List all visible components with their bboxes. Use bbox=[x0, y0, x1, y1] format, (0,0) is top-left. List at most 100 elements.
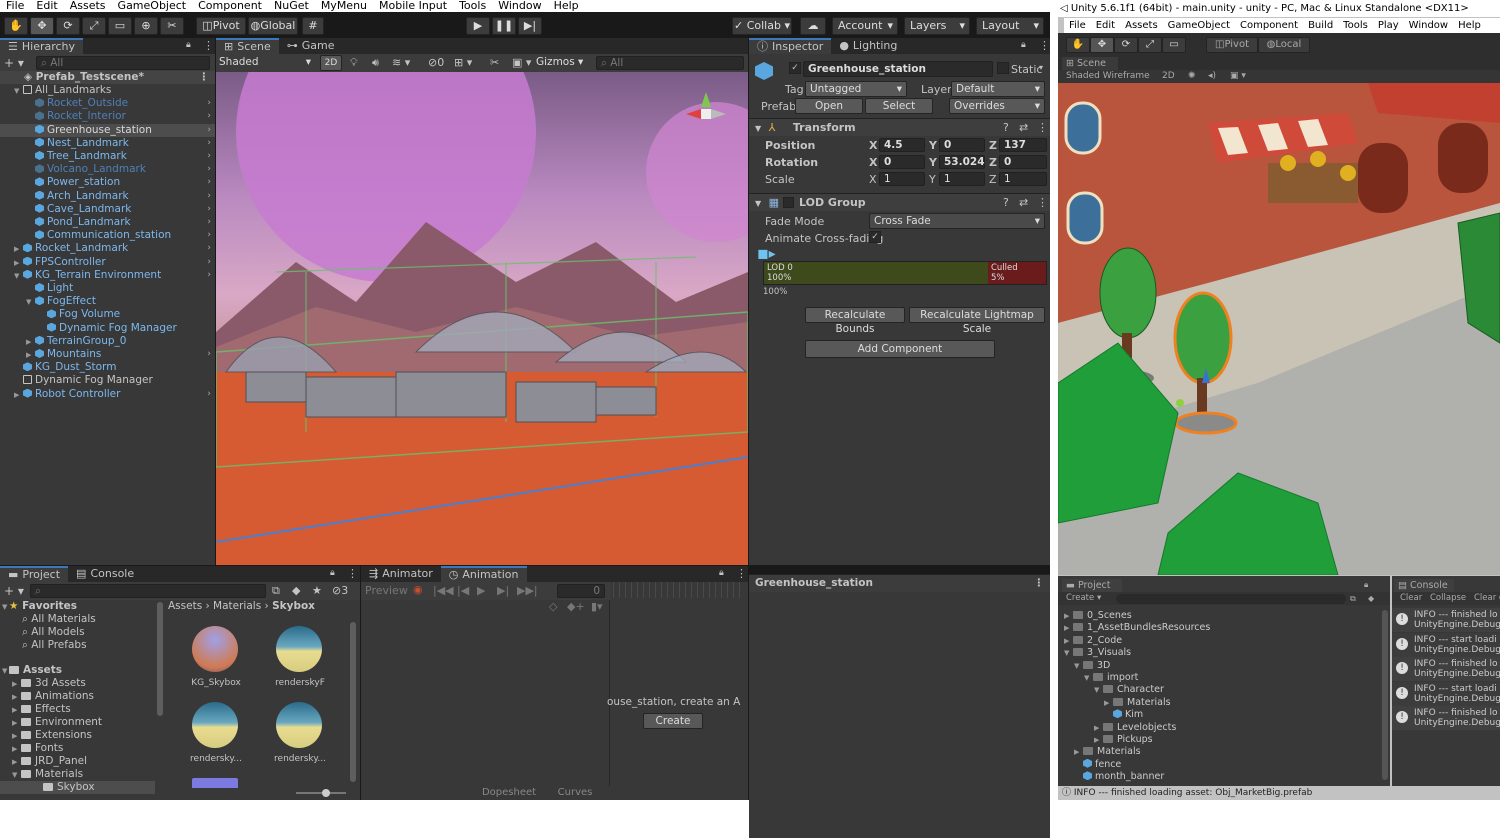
tab-project[interactable]: ▬ Project bbox=[0, 566, 69, 582]
lod-enabled-checkbox[interactable] bbox=[783, 197, 794, 208]
layout-dropdown[interactable]: Layout ▾ bbox=[976, 17, 1044, 35]
hierarchy-scene-row[interactable]: ◈ Prefab_Testscene* ⋮ bbox=[0, 71, 215, 84]
more-icon[interactable]: ⋮ bbox=[203, 39, 214, 52]
menu-item[interactable]: Help bbox=[1453, 18, 1486, 33]
layer-dropdown[interactable]: Default ▾ bbox=[951, 81, 1045, 97]
menu-item[interactable]: GameObject bbox=[112, 0, 193, 12]
tag-dropdown[interactable]: Untagged ▾ bbox=[805, 81, 907, 97]
asset-folder-item[interactable]: ▼ Materials bbox=[0, 768, 155, 781]
create-animation-button[interactable]: Create bbox=[643, 713, 703, 729]
culled-segment[interactable]: Culled 5% bbox=[988, 262, 1046, 284]
lock-icon[interactable]: 🔒︎ bbox=[330, 568, 335, 578]
menu-item[interactable]: Edit bbox=[1091, 18, 1120, 33]
chevron-right-icon[interactable]: › bbox=[207, 137, 211, 150]
next-frame-icon[interactable]: ▶| bbox=[497, 584, 509, 597]
2d-toggle[interactable]: 2D bbox=[320, 55, 342, 71]
hidden-objects-icon[interactable]: ⊘0 bbox=[428, 56, 444, 69]
expand-right-icon[interactable]: ▶ bbox=[26, 349, 35, 362]
hierarchy-item[interactable]: ▶ Robot Controller › bbox=[0, 388, 215, 401]
pause-button[interactable]: ❚❚ bbox=[492, 17, 516, 35]
asset-thumbnail[interactable]: KG_Skybox bbox=[184, 626, 248, 688]
hierarchy-item[interactable]: Volcano_Landmark › bbox=[0, 163, 215, 176]
expand-down-icon[interactable]: ▼ bbox=[1064, 647, 1073, 659]
static-checkbox[interactable] bbox=[997, 62, 1009, 74]
menu-item[interactable]: GameObject bbox=[1163, 18, 1235, 33]
expand-right-icon[interactable]: ▶ bbox=[1094, 722, 1103, 734]
menu-item[interactable]: Window bbox=[492, 0, 547, 12]
transform-tool-button[interactable]: ⊕ bbox=[134, 17, 158, 35]
preset-icon[interactable]: ⇄ bbox=[1019, 194, 1028, 211]
prefab-open-button[interactable]: Open bbox=[795, 98, 863, 114]
asset-folder-item[interactable]: ▶ JRD_Panel bbox=[0, 755, 155, 768]
project-tree-item[interactable]: ▶ 2_Code bbox=[1058, 635, 1122, 647]
animate-crossfade-checkbox[interactable]: ✓ bbox=[869, 231, 881, 243]
hierarchy-search-input[interactable]: ⌕ All bbox=[36, 56, 210, 70]
lock-icon[interactable]: 🔒︎ bbox=[1021, 40, 1026, 50]
expand-down-icon[interactable]: ▼ bbox=[1084, 672, 1093, 684]
menu-item[interactable]: Edit bbox=[30, 0, 63, 12]
preset-icon[interactable]: ⇄ bbox=[1019, 119, 1028, 136]
tab-inspector[interactable]: ⓘ Inspector bbox=[749, 38, 832, 54]
asset-folder-item[interactable]: ▶ 3d Assets bbox=[0, 677, 155, 690]
chevron-right-icon[interactable]: › bbox=[207, 124, 211, 137]
hierarchy-item[interactable]: Rocket_Interior › bbox=[0, 110, 215, 123]
menu-item[interactable]: MyMenu bbox=[315, 0, 373, 12]
asset-folder-item[interactable]: ▶ Extensions bbox=[0, 729, 155, 742]
assets-header[interactable]: ▼ Assets bbox=[0, 664, 62, 677]
asset-folder-item[interactable]: ▶ Fonts bbox=[0, 742, 155, 755]
effects-icon[interactable]: ▣ ▾ bbox=[1230, 70, 1246, 83]
tree-scrollbar[interactable] bbox=[157, 602, 163, 716]
expand-right-icon[interactable]: ▶ bbox=[1064, 610, 1073, 622]
more-icon[interactable]: ⋮ bbox=[1037, 194, 1048, 211]
hierarchy-item[interactable]: Fog Volume bbox=[0, 308, 215, 321]
axis-label[interactable]: Y bbox=[929, 156, 937, 169]
tools-icon[interactable]: ✂ bbox=[490, 56, 499, 69]
hierarchy-item[interactable]: ▶ FPSController › bbox=[0, 256, 215, 269]
account-dropdown[interactable]: Account ▾ bbox=[832, 17, 898, 35]
effects-icon[interactable]: ≋ ▾ bbox=[392, 56, 410, 69]
grid-snap-button[interactable]: # bbox=[302, 17, 324, 35]
project-tree-item[interactable]: ▼ 3_Visuals bbox=[1058, 647, 1131, 659]
more-icon[interactable]: ⋮ bbox=[1037, 119, 1048, 136]
collab-button[interactable]: ✓ Collab ▾ bbox=[732, 17, 792, 35]
project-search-input[interactable] bbox=[1116, 594, 1346, 604]
axis-label[interactable]: Z bbox=[989, 156, 997, 169]
shading-dropdown[interactable]: Shaded Wireframe bbox=[1066, 70, 1150, 83]
label-icon[interactable]: ◆ bbox=[292, 584, 300, 597]
dopesheet-tab[interactable]: Dopesheet bbox=[477, 786, 541, 800]
more-icon[interactable]: ⋮ bbox=[347, 567, 358, 580]
tab-project[interactable]: ▬ Project bbox=[1062, 579, 1122, 592]
position-z-field[interactable]: 137 bbox=[999, 138, 1047, 152]
rect-tool-button[interactable]: ▭ bbox=[1162, 37, 1186, 53]
axis-label[interactable]: X bbox=[869, 173, 877, 186]
scene-viewport[interactable] bbox=[216, 72, 748, 565]
position-y-field[interactable]: 0 bbox=[939, 138, 985, 152]
hierarchy-item[interactable]: Greenhouse_station › bbox=[0, 123, 215, 137]
project-scrollbar[interactable] bbox=[1382, 610, 1388, 780]
scale-tool-button[interactable]: ⤢ bbox=[1138, 37, 1162, 53]
collapse-button[interactable]: Collapse bbox=[1430, 592, 1466, 605]
help-icon[interactable]: ? bbox=[1003, 194, 1009, 211]
more-icon[interactable]: ⋮ bbox=[1039, 39, 1050, 52]
menu-item[interactable]: File bbox=[1064, 18, 1091, 33]
add-component-button[interactable]: Add Component bbox=[805, 340, 995, 358]
project-tree-item[interactable]: month_banner bbox=[1058, 771, 1164, 783]
shading-dropdown[interactable]: Shaded ▾ bbox=[219, 55, 313, 70]
lod-bar[interactable]: LOD 0 100% Culled 5% bbox=[763, 261, 1047, 285]
menu-item[interactable]: Assets bbox=[64, 0, 112, 12]
asset-thumbnail[interactable] bbox=[192, 778, 238, 788]
expand-down-icon[interactable]: ▼ bbox=[14, 85, 23, 98]
camera-icon[interactable]: ◼▸ bbox=[757, 246, 776, 262]
hierarchy-item[interactable]: Dynamic Fog Manager bbox=[0, 374, 215, 387]
menu-item[interactable]: Component bbox=[192, 0, 268, 12]
menu-item[interactable]: Tools bbox=[453, 0, 492, 12]
menu-item[interactable]: Window bbox=[1404, 18, 1453, 33]
rotation-z-field[interactable]: 0 bbox=[999, 155, 1047, 169]
cloud-button[interactable]: ☁ bbox=[800, 17, 826, 35]
project-tree-item[interactable]: ▶ 0_Scenes bbox=[1058, 610, 1132, 622]
hierarchy-item[interactable]: Communication_station › bbox=[0, 229, 215, 242]
menu-item[interactable]: Mobile Input bbox=[373, 0, 453, 12]
step-button[interactable]: ▶| bbox=[518, 17, 542, 35]
expand-down-icon[interactable]: ▼ bbox=[14, 270, 23, 283]
hand-tool-button[interactable]: ✋ bbox=[1066, 37, 1090, 53]
